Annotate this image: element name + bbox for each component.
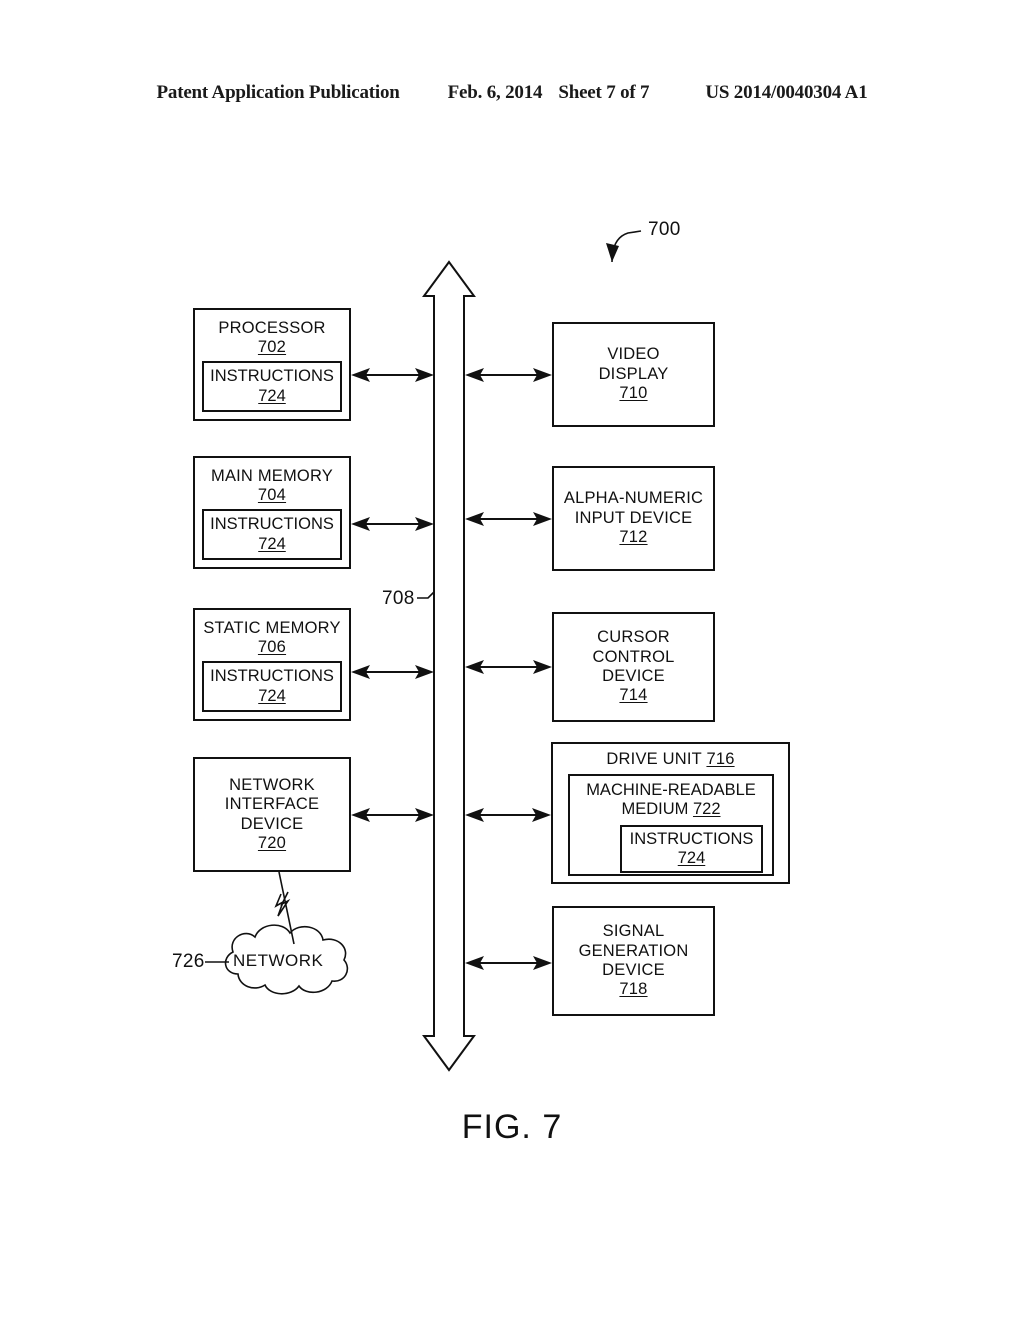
signal-generation-device-ref: 718 bbox=[619, 980, 648, 999]
connector-network-interface-device-bus bbox=[351, 808, 434, 822]
main-memory-label: MAIN MEMORY bbox=[211, 467, 333, 485]
header-publication-title: Patent Application Publication bbox=[156, 82, 400, 103]
processor-instructions-label: INSTRUCTIONS bbox=[210, 367, 334, 386]
lightning-bolt-icon bbox=[274, 891, 291, 917]
network-interface-device-label-line2: INTERFACE bbox=[224, 795, 320, 814]
machine-readable-medium-title-text: MEDIUM bbox=[621, 800, 689, 819]
system-bus-arrow bbox=[422, 260, 476, 1072]
cursor-control-device-block: CURSOR CONTROL DEVICE 714 bbox=[552, 612, 715, 722]
patent-figure-page: Patent Application Publication Feb. 6, 2… bbox=[0, 0, 1024, 1320]
connector-bus-alpha-numeric-input-device bbox=[465, 512, 552, 526]
drive-unit-title-text: DRIVE UNIT bbox=[606, 750, 702, 768]
video-display-block: VIDEO DISPLAY 710 bbox=[552, 322, 715, 427]
network-link-line bbox=[278, 871, 295, 945]
machine-readable-medium-label-line2: MEDIUM 722 bbox=[621, 800, 720, 819]
static-memory-instructions-block: INSTRUCTIONS 724 bbox=[202, 661, 342, 712]
main-memory-instructions-block: INSTRUCTIONS 724 bbox=[202, 509, 342, 560]
system-reference-label: 700 bbox=[648, 219, 681, 240]
network-interface-device-label-line3: DEVICE bbox=[240, 814, 304, 833]
machine-readable-medium-ref: 722 bbox=[692, 800, 721, 819]
connector-bus-video-display bbox=[465, 368, 552, 382]
header-sheet-number: Sheet 7 of 7 bbox=[558, 82, 650, 103]
processor-label: PROCESSOR bbox=[218, 319, 326, 337]
static-memory-ref: 706 bbox=[257, 638, 287, 657]
connector-main-memory-bus bbox=[351, 517, 434, 531]
signal-generation-device-label-line2: GENERATION bbox=[578, 941, 689, 960]
bus-reference-label: 708 bbox=[382, 588, 415, 609]
cursor-control-device-label-line1: CURSOR bbox=[597, 628, 670, 647]
alpha-numeric-input-device-ref: 712 bbox=[619, 528, 648, 547]
drive-unit-instructions-block: INSTRUCTIONS 724 bbox=[620, 825, 763, 873]
static-memory-label: STATIC MEMORY bbox=[203, 619, 341, 637]
processor-instructions-ref: 724 bbox=[258, 386, 286, 405]
network-interface-device-label-line1: NETWORK bbox=[229, 775, 315, 794]
processor-ref: 702 bbox=[257, 338, 287, 357]
drive-unit-instructions-label: INSTRUCTIONS bbox=[629, 829, 754, 848]
connector-bus-cursor-control-device bbox=[465, 660, 552, 674]
page-header: Patent Application Publication Feb. 6, 2… bbox=[0, 82, 1024, 112]
main-memory-ref: 704 bbox=[257, 486, 287, 505]
system-callout-arrowhead bbox=[606, 243, 619, 262]
system-callout-leader bbox=[611, 230, 642, 263]
network-cloud-label: NETWORK bbox=[233, 951, 324, 970]
connector-bus-signal-generation-device bbox=[465, 956, 552, 970]
video-display-ref: 710 bbox=[619, 384, 648, 403]
drive-unit-instructions-ref: 724 bbox=[677, 849, 706, 867]
figure-caption: FIG. 7 bbox=[461, 1108, 563, 1146]
alpha-numeric-input-device-label-line1: ALPHA-NUMERIC bbox=[563, 489, 704, 508]
cursor-control-device-ref: 714 bbox=[619, 686, 648, 705]
machine-readable-medium-label-line1: MACHINE-READABLE bbox=[586, 781, 756, 799]
video-display-label-line1: VIDEO bbox=[607, 345, 660, 364]
alpha-numeric-input-device-label-line2: INPUT DEVICE bbox=[574, 508, 693, 527]
network-reference-label: 726 bbox=[172, 951, 205, 972]
alpha-numeric-input-device-block: ALPHA-NUMERIC INPUT DEVICE 712 bbox=[552, 466, 715, 571]
bus-leader-line bbox=[417, 591, 435, 599]
header-publication-date: Feb. 6, 2014 bbox=[447, 82, 543, 103]
connector-processor-bus bbox=[351, 368, 434, 382]
connector-bus-drive-unit bbox=[465, 808, 551, 822]
video-display-label-line2: DISPLAY bbox=[598, 364, 669, 383]
signal-generation-device-block: SIGNAL GENERATION DEVICE 718 bbox=[552, 906, 715, 1016]
main-memory-instructions-label: INSTRUCTIONS bbox=[210, 515, 334, 534]
drive-unit-label: DRIVE UNIT 716 bbox=[606, 750, 734, 769]
signal-generation-device-label-line3: DEVICE bbox=[602, 961, 665, 979]
static-memory-instructions-ref: 724 bbox=[258, 686, 286, 705]
static-memory-instructions-label: INSTRUCTIONS bbox=[210, 667, 334, 686]
drive-unit-ref: 716 bbox=[706, 750, 735, 768]
connector-static-memory-bus bbox=[351, 665, 434, 679]
header-patent-number: US 2014/0040304 A1 bbox=[705, 82, 868, 103]
cursor-control-device-label-line3: DEVICE bbox=[602, 667, 665, 685]
network-interface-device-ref: 720 bbox=[257, 833, 287, 852]
cursor-control-device-label-line2: CONTROL bbox=[592, 647, 675, 666]
main-memory-instructions-ref: 724 bbox=[258, 534, 286, 553]
network-interface-device-block: NETWORK INTERFACE DEVICE 720 bbox=[193, 757, 351, 872]
processor-instructions-block: INSTRUCTIONS 724 bbox=[202, 361, 342, 412]
signal-generation-device-label-line1: SIGNAL bbox=[602, 922, 665, 941]
